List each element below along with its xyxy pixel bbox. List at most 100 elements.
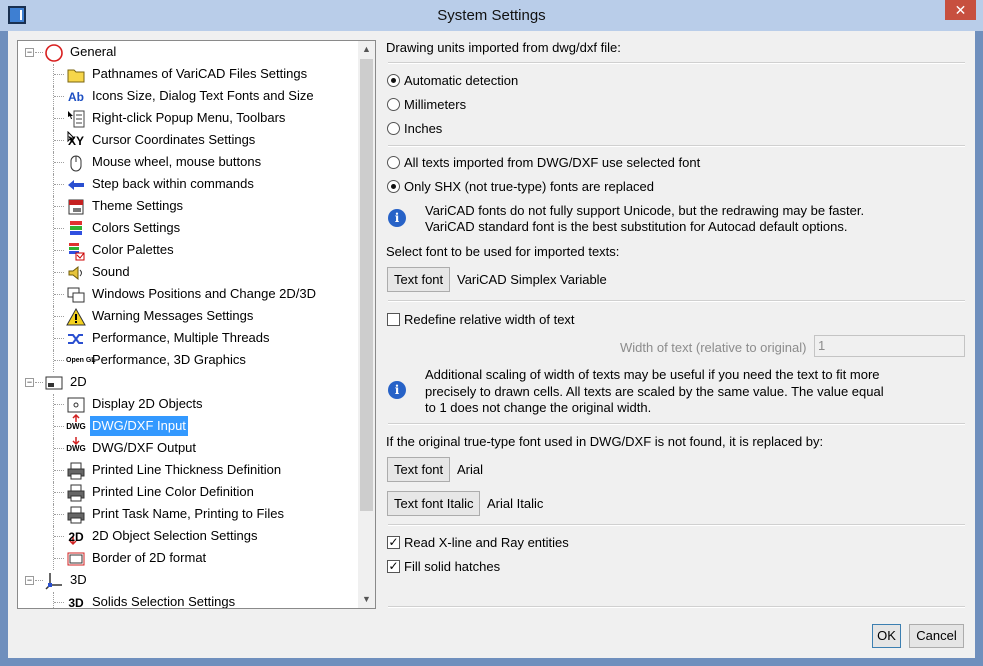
units-inches-radio[interactable] [387,122,400,135]
tree-item[interactable]: Print Task Name, Printing to Files [18,504,358,526]
read-xline-label[interactable]: Read X-line and Ray entities [404,535,569,550]
tt-text-font-italic-button[interactable]: Text font Italic [387,491,481,516]
tree-item[interactable]: Windows Positions and Change 2D/3D [18,284,358,306]
scroll-up-icon[interactable]: ▲ [358,41,375,58]
tree-item[interactable]: Step back within commands [18,174,358,196]
tree-item[interactable]: Color Palettes [18,240,358,262]
only-shx-label[interactable]: Only SHX (not true-type) fonts are repla… [404,179,654,194]
settings-tree[interactable]: − General Pathnames of VariCAD Files Setti… [17,40,376,609]
tree-connector [54,272,64,273]
tree-item[interactable]: − 3D [18,570,358,592]
tree-item-label[interactable]: Warning Messages Settings [90,306,255,326]
tree-item-label[interactable]: Theme Settings [90,196,185,216]
tree-connector [54,228,64,229]
selected-font-value: VariCAD Simplex Variable [457,272,607,287]
title-bar[interactable]: System Settings ✕ [0,0,983,31]
tree-item-label[interactable]: Pathnames of VariCAD Files Settings [90,64,309,84]
width-of-text-label: Width of text (relative to original) [620,340,807,355]
tree-connector [54,514,64,515]
tree-item[interactable]: Mouse wheel, mouse buttons [18,152,358,174]
fill-hatches-label[interactable]: Fill solid hatches [404,559,500,574]
tree-item-label[interactable]: Border of 2D format [90,548,208,568]
tree-item-label[interactable]: Color Palettes [90,240,176,260]
tree-item[interactable]: Colors Settings [18,218,358,240]
tree-item-label[interactable]: Icons Size, Dialog Text Fonts and Size [90,86,316,106]
tree-item[interactable]: Pathnames of VariCAD Files Settings [18,64,358,86]
tree-item-label[interactable]: DWG/DXF Output [90,438,198,458]
close-button[interactable]: ✕ [945,0,976,20]
only-shx-radio[interactable] [387,180,400,193]
palette-icon [66,241,86,261]
tree-item-label[interactable]: 2D Object Selection Settings [90,526,259,546]
units-millimeters-radio[interactable] [387,98,400,111]
tree-item-label[interactable]: Display 2D Objects [90,394,205,414]
tree-item-label[interactable]: Print Task Name, Printing to Files [90,504,286,524]
cancel-button[interactable]: Cancel [909,624,964,648]
tree-item-label[interactable]: Right-click Popup Menu, Toolbars [90,108,287,128]
tree-item-label[interactable]: Performance, Multiple Threads [90,328,272,348]
tree-item-label[interactable]: Solids Selection Settings [90,592,237,608]
warning-icon [66,307,86,327]
all-texts-font-radio[interactable] [387,156,400,169]
tree-expander-icon[interactable]: − [25,576,34,585]
tree-item-label[interactable]: Mouse wheel, mouse buttons [90,152,263,172]
tree-item[interactable]: 3D Solids Selection Settings [18,592,358,608]
ok-button[interactable]: OK [872,624,901,648]
info-unicode-line-1: VariCAD fonts do not fully support Unico… [425,203,865,218]
redefine-width-checkbox[interactable] [387,313,400,326]
all-texts-font-label[interactable]: All texts imported from DWG/DXF use sele… [404,155,700,170]
tree-item[interactable]: Right-click Popup Menu, Toolbars [18,108,358,130]
tree-item-label[interactable]: Printed Line Color Definition [90,482,256,502]
tree-item[interactable]: Performance, Multiple Threads [18,328,358,350]
tree-item[interactable]: Warning Messages Settings [18,306,358,328]
units-inches-label[interactable]: Inches [404,121,442,136]
tree-expander-icon[interactable]: − [25,378,34,387]
tree-connector [53,350,54,372]
tree-item-label[interactable]: Performance, 3D Graphics [90,350,248,370]
units-automatic-label[interactable]: Automatic detection [404,73,518,88]
tree-item-label[interactable]: Cursor Coordinates Settings [90,130,257,150]
text-font-button[interactable]: Text font [387,267,451,292]
scroll-down-icon[interactable]: ▼ [358,591,375,608]
icon-caption: Ab [68,90,84,104]
tree-item-label[interactable]: Sound [90,262,132,282]
width-of-text-input[interactable]: 1 [814,335,965,357]
tree-item[interactable]: Ab Icons Size, Dialog Text Fonts and Size [18,86,358,108]
tree-connector [54,448,64,449]
tree-item[interactable]: Border of 2D format [18,548,358,570]
tree-item[interactable]: 2D 2D Object Selection Settings [18,526,358,548]
tree-item[interactable]: Printed Line Thickness Definition [18,460,358,482]
tree-connector [54,250,64,251]
scroll-thumb[interactable] [360,59,373,511]
printer-icon [66,505,86,525]
dwg-input-icon: DWG [66,413,86,437]
tree-item[interactable]: Sound [18,262,358,284]
tree-item-label[interactable]: General [68,42,118,62]
tree-connector [54,404,64,405]
tree-item[interactable]: − General [18,42,358,64]
tree-connector [53,218,54,240]
fill-hatches-checkbox[interactable]: ✓ [387,560,400,573]
tree-connector [35,52,43,53]
tree-item-label[interactable]: DWG/DXF Input [90,416,188,436]
tt-text-font-button[interactable]: Text font [387,457,451,482]
tree-item-label[interactable]: 3D [68,570,89,590]
tree-scrollbar[interactable]: ▲ ▼ [358,41,375,608]
tree-item[interactable]: Open GL Performance, 3D Graphics [18,350,358,372]
tree-item-label[interactable]: Printed Line Thickness Definition [90,460,283,480]
2d-window-icon [44,373,64,393]
tree-item-label[interactable]: Colors Settings [90,218,182,238]
tree-item[interactable]: DWG DWG/DXF Output [18,437,358,460]
tree-item[interactable]: Theme Settings [18,196,358,218]
units-automatic-radio[interactable] [387,74,400,87]
tree-item-label[interactable]: Windows Positions and Change 2D/3D [90,284,318,304]
tree-item[interactable]: XY Cursor Coordinates Settings [18,130,358,152]
tree-item-label[interactable]: 2D [68,372,89,392]
tree-item[interactable]: Printed Line Color Definition [18,482,358,504]
tree-expander-icon[interactable]: − [25,48,34,57]
tree-item-label[interactable]: Step back within commands [90,174,256,194]
tree-item[interactable]: − 2D [18,372,358,394]
redefine-width-label[interactable]: Redefine relative width of text [404,312,575,327]
units-millimeters-label[interactable]: Millimeters [404,97,466,112]
read-xline-checkbox[interactable]: ✓ [387,536,400,549]
